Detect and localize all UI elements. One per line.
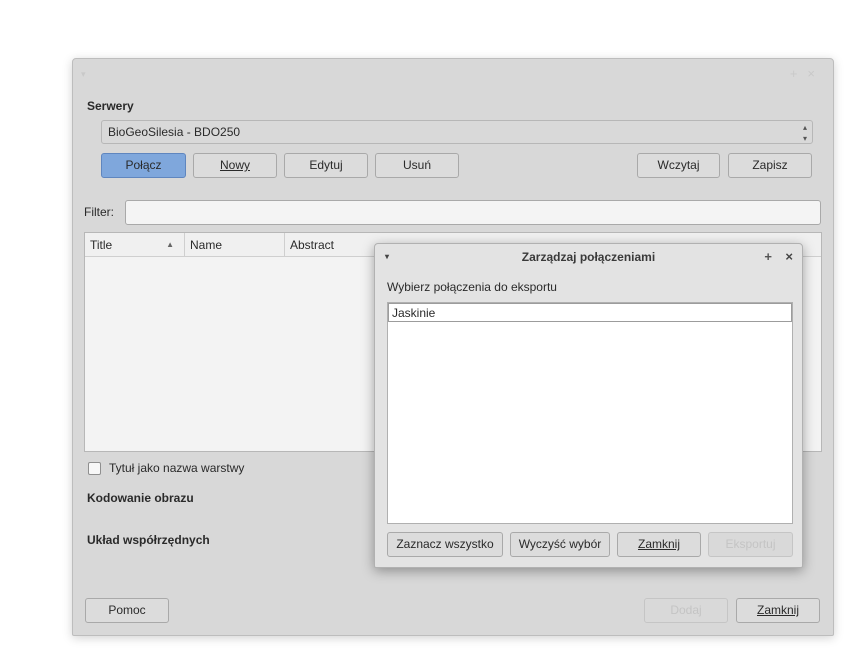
connect-button[interactable]: Połącz xyxy=(101,153,186,178)
close-button[interactable]: Zamknij xyxy=(736,598,820,623)
select-connections-label: Wybierz połączenia do eksportu xyxy=(387,280,557,294)
image-encoding-label: Kodowanie obrazu xyxy=(87,491,194,505)
table-header-title[interactable]: Title ▲ xyxy=(85,233,185,257)
server-combobox[interactable]: BioGeoSilesia - BDO250 ▴ ▾ xyxy=(101,120,813,144)
manage-connections-dialog: ▾ Zarządzaj połączeniami + × Wybierz poł… xyxy=(374,243,803,568)
table-header-name[interactable]: Name xyxy=(185,233,285,257)
manage-close-button[interactable]: Zamknij xyxy=(617,532,701,557)
new-button[interactable]: Nowy xyxy=(193,153,277,178)
window-menu-icon[interactable]: ▾ xyxy=(81,59,86,89)
sort-ascending-icon: ▲ xyxy=(166,240,174,249)
manage-dialog-title: Zarządzaj połączeniami xyxy=(521,250,656,264)
connections-list[interactable]: Jaskinie xyxy=(387,302,793,524)
window-menu-icon[interactable]: ▾ xyxy=(385,244,389,270)
add-button[interactable]: Dodaj xyxy=(644,598,728,623)
server-combobox-value: BioGeoSilesia - BDO250 xyxy=(108,125,241,139)
combobox-arrows-icon: ▴ ▾ xyxy=(802,123,807,143)
save-button[interactable]: Zapisz xyxy=(728,153,812,178)
filter-input[interactable] xyxy=(125,200,821,225)
manage-titlebar: ▾ Zarządzaj połączeniami + × xyxy=(375,244,802,270)
load-button[interactable]: Wczytaj xyxy=(637,153,720,178)
close-icon[interactable]: × xyxy=(785,244,793,270)
title-as-layer-name-checkbox[interactable] xyxy=(88,462,101,475)
list-item[interactable]: Jaskinie xyxy=(388,303,792,322)
filter-label: Filter: xyxy=(84,205,114,219)
edit-button[interactable]: Edytuj xyxy=(284,153,368,178)
clear-selection-button[interactable]: Wyczyść wybór xyxy=(510,532,610,557)
servers-label: Serwery xyxy=(87,99,134,113)
help-button[interactable]: Pomoc xyxy=(85,598,169,623)
keep-above-icon[interactable]: + xyxy=(764,244,772,270)
crs-label: Układ współrzędnych xyxy=(87,533,210,547)
window-controls-icon[interactable]: +× xyxy=(790,59,825,89)
main-titlebar: ▾ +× xyxy=(73,59,833,89)
delete-button[interactable]: Usuń xyxy=(375,153,459,178)
title-as-layer-name-label: Tytuł jako nazwa warstwy xyxy=(109,461,245,475)
export-button[interactable]: Eksportuj xyxy=(708,532,793,557)
select-all-button[interactable]: Zaznacz wszystko xyxy=(387,532,503,557)
